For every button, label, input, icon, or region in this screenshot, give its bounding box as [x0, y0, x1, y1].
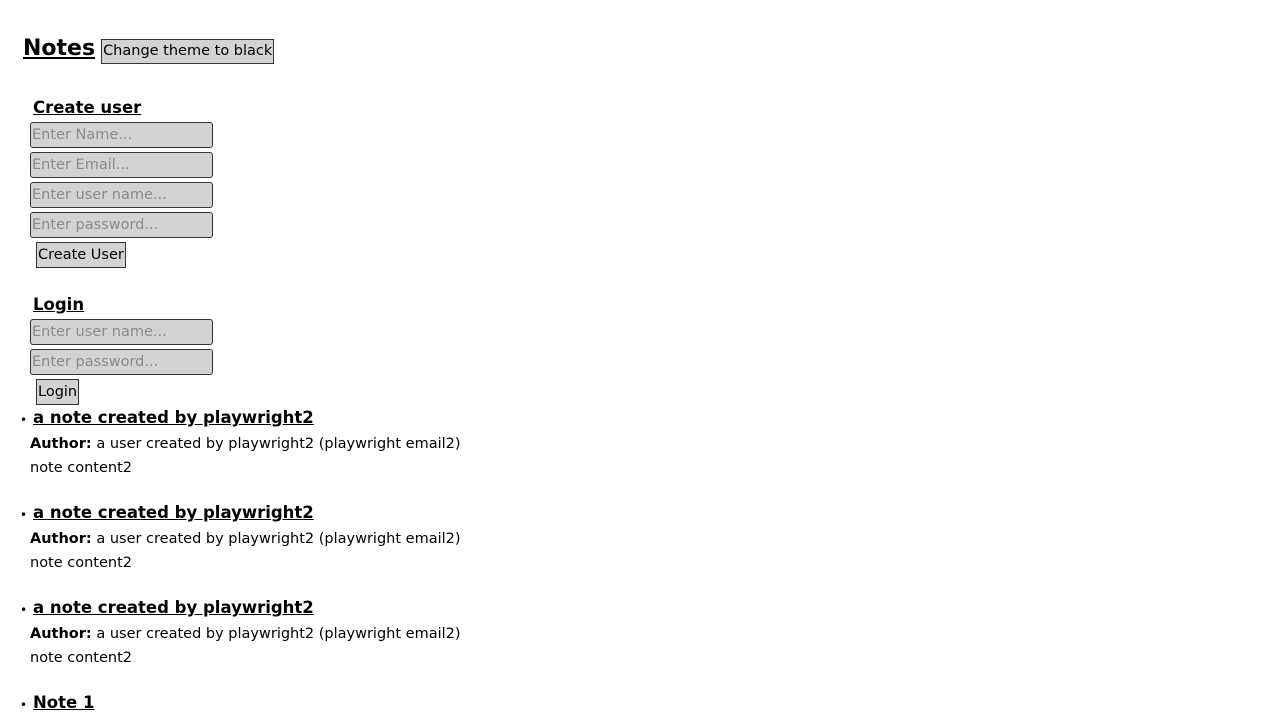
note-title: Note 1: [33, 693, 95, 712]
note-title: a note created by playwright2: [33, 503, 314, 522]
login-password-input[interactable]: [30, 349, 213, 375]
create-email-input[interactable]: [30, 152, 213, 178]
change-theme-button[interactable]: Change theme to black: [101, 38, 275, 64]
note-author: Author: a user created by playwright2 (p…: [30, 624, 461, 644]
login-username-input[interactable]: [30, 319, 213, 345]
create-user-title: Create user: [33, 98, 142, 117]
bullet: •: [20, 413, 28, 427]
note-content: note content2: [30, 650, 133, 666]
notes-app: Notes Change theme to black Create user …: [0, 0, 1280, 720]
login-title: Login: [33, 295, 85, 314]
create-name-input[interactable]: [30, 122, 213, 148]
bullet: •: [20, 698, 28, 712]
author-name: a user created by playwright2 (playwrigh…: [96, 531, 461, 547]
note-title: a note created by playwright2: [33, 408, 314, 427]
author-label: Author:: [30, 531, 92, 547]
login-button[interactable]: Login: [36, 379, 80, 405]
author-name: a user created by playwright2 (playwrigh…: [96, 626, 461, 642]
create-user-button[interactable]: Create User: [36, 242, 126, 268]
author-label: Author:: [30, 626, 92, 642]
bullet: •: [20, 508, 28, 522]
note-author: Author: a user created by playwright2 (p…: [30, 434, 461, 454]
author-label: Author:: [30, 436, 92, 452]
bullet: •: [20, 603, 28, 617]
page-header: Notes Change theme to black: [23, 34, 275, 64]
page-title: Notes: [23, 36, 96, 61]
note-content: note content2: [30, 460, 133, 476]
create-username-input[interactable]: [30, 182, 213, 208]
note-author: Author: a user created by playwright2 (p…: [30, 529, 461, 549]
create-password-input[interactable]: [30, 212, 213, 238]
note-title: a note created by playwright2: [33, 598, 314, 617]
note-content: note content2: [30, 555, 133, 571]
author-name: a user created by playwright2 (playwrigh…: [96, 436, 461, 452]
